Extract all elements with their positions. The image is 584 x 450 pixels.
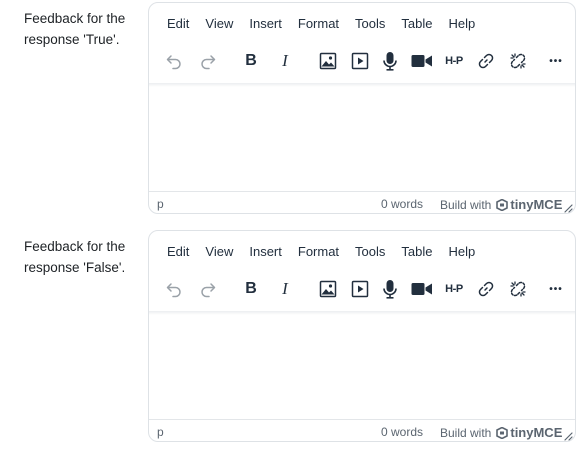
h5p-icon: H-P bbox=[445, 55, 463, 67]
record-audio-button[interactable] bbox=[375, 47, 405, 75]
h5p-button[interactable]: H-P bbox=[439, 47, 469, 75]
element-path[interactable]: p bbox=[157, 425, 164, 439]
word-count[interactable]: 0 words bbox=[381, 197, 423, 211]
italic-button[interactable]: I bbox=[270, 275, 300, 303]
microphone-icon bbox=[383, 52, 397, 71]
undo-icon bbox=[166, 55, 181, 70]
italic-button[interactable]: I bbox=[270, 47, 300, 75]
bold-button[interactable]: B bbox=[236, 275, 266, 303]
feedback-field: Feedback for the response 'False'. Edit … bbox=[0, 230, 584, 444]
menu-insert[interactable]: Insert bbox=[241, 15, 290, 35]
feedback-field: Feedback for the response 'True'. Edit V… bbox=[0, 2, 584, 216]
record-video-button[interactable] bbox=[407, 47, 437, 75]
menu-help[interactable]: Help bbox=[440, 15, 483, 35]
editor-statusbar: p 0 words Build with tinyMCE bbox=[149, 419, 575, 441]
redo-button[interactable] bbox=[193, 275, 223, 303]
menu-table[interactable]: Table bbox=[393, 15, 440, 35]
editor-toolbar: B I H-P ••• bbox=[159, 47, 571, 75]
branding-prefix: Build with bbox=[440, 425, 492, 440]
link-icon bbox=[478, 281, 494, 297]
record-audio-button[interactable] bbox=[375, 275, 405, 303]
menu-tools[interactable]: Tools bbox=[347, 15, 393, 35]
branding-name: tinyMCE bbox=[510, 197, 563, 212]
media-button[interactable] bbox=[345, 47, 375, 75]
bold-icon: B bbox=[245, 52, 257, 69]
bold-icon: B bbox=[245, 280, 257, 297]
editor-menubar: Edit View Insert Format Tools Table Help bbox=[159, 243, 483, 263]
image-button[interactable] bbox=[313, 47, 343, 75]
redo-icon bbox=[201, 55, 216, 70]
menu-edit[interactable]: Edit bbox=[159, 15, 197, 35]
tinymce-branding-link[interactable]: Build with tinyMCE bbox=[440, 197, 562, 212]
menu-insert[interactable]: Insert bbox=[241, 243, 290, 263]
bold-button[interactable]: B bbox=[236, 47, 266, 75]
editor-content-area[interactable] bbox=[149, 85, 575, 189]
unlink-button[interactable] bbox=[503, 47, 533, 75]
editor-content-area[interactable] bbox=[149, 313, 575, 417]
menu-format[interactable]: Format bbox=[290, 243, 347, 263]
record-video-button[interactable] bbox=[407, 275, 437, 303]
editor-statusbar: p 0 words Build with tinyMCE bbox=[149, 191, 575, 213]
redo-button[interactable] bbox=[193, 47, 223, 75]
more-button[interactable]: ••• bbox=[541, 275, 571, 303]
unlink-icon bbox=[510, 53, 526, 69]
image-icon bbox=[319, 52, 337, 70]
media-button[interactable] bbox=[345, 275, 375, 303]
tinymce-branding-link[interactable]: Build with tinyMCE bbox=[440, 425, 562, 440]
rich-text-editor: Edit View Insert Format Tools Table Help… bbox=[148, 2, 576, 214]
link-button[interactable] bbox=[471, 275, 501, 303]
element-path[interactable]: p bbox=[157, 197, 164, 211]
video-camera-icon bbox=[411, 283, 432, 295]
resize-handle[interactable] bbox=[563, 202, 573, 213]
video-camera-icon bbox=[411, 55, 432, 67]
media-play-icon bbox=[351, 52, 369, 70]
branding-prefix: Build with bbox=[440, 197, 492, 212]
undo-button[interactable] bbox=[159, 275, 189, 303]
unlink-icon bbox=[510, 281, 526, 297]
editor-toolbar: B I H-P ••• bbox=[159, 275, 571, 303]
image-button[interactable] bbox=[313, 275, 343, 303]
link-icon bbox=[478, 53, 494, 69]
undo-icon bbox=[166, 283, 181, 298]
menu-edit[interactable]: Edit bbox=[159, 243, 197, 263]
h5p-button[interactable]: H-P bbox=[439, 275, 469, 303]
redo-icon bbox=[201, 283, 216, 298]
menu-view[interactable]: View bbox=[197, 15, 241, 35]
link-button[interactable] bbox=[471, 47, 501, 75]
media-play-icon bbox=[351, 280, 369, 298]
menu-help[interactable]: Help bbox=[440, 243, 483, 263]
more-button[interactable]: ••• bbox=[541, 47, 571, 75]
h5p-icon: H-P bbox=[445, 283, 463, 295]
word-count[interactable]: 0 words bbox=[381, 425, 423, 439]
image-icon bbox=[319, 280, 337, 298]
branding-name: tinyMCE bbox=[510, 425, 563, 440]
menu-view[interactable]: View bbox=[197, 243, 241, 263]
rich-text-editor: Edit View Insert Format Tools Table Help… bbox=[148, 230, 576, 442]
menu-table[interactable]: Table bbox=[393, 243, 440, 263]
more-icon: ••• bbox=[549, 283, 563, 295]
italic-icon: I bbox=[282, 51, 288, 70]
unlink-button[interactable] bbox=[503, 275, 533, 303]
feedback-label: Feedback for the response 'False'. bbox=[24, 239, 126, 275]
menu-tools[interactable]: Tools bbox=[347, 243, 393, 263]
tinymce-logo-icon bbox=[496, 198, 509, 211]
microphone-icon bbox=[383, 280, 397, 299]
menu-format[interactable]: Format bbox=[290, 15, 347, 35]
resize-handle[interactable] bbox=[563, 430, 573, 441]
more-icon: ••• bbox=[549, 55, 563, 67]
tinymce-logo-icon bbox=[496, 426, 509, 439]
feedback-label: Feedback for the response 'True'. bbox=[24, 11, 126, 47]
editor-menubar: Edit View Insert Format Tools Table Help bbox=[159, 15, 483, 35]
italic-icon: I bbox=[282, 279, 288, 298]
undo-button[interactable] bbox=[159, 47, 189, 75]
